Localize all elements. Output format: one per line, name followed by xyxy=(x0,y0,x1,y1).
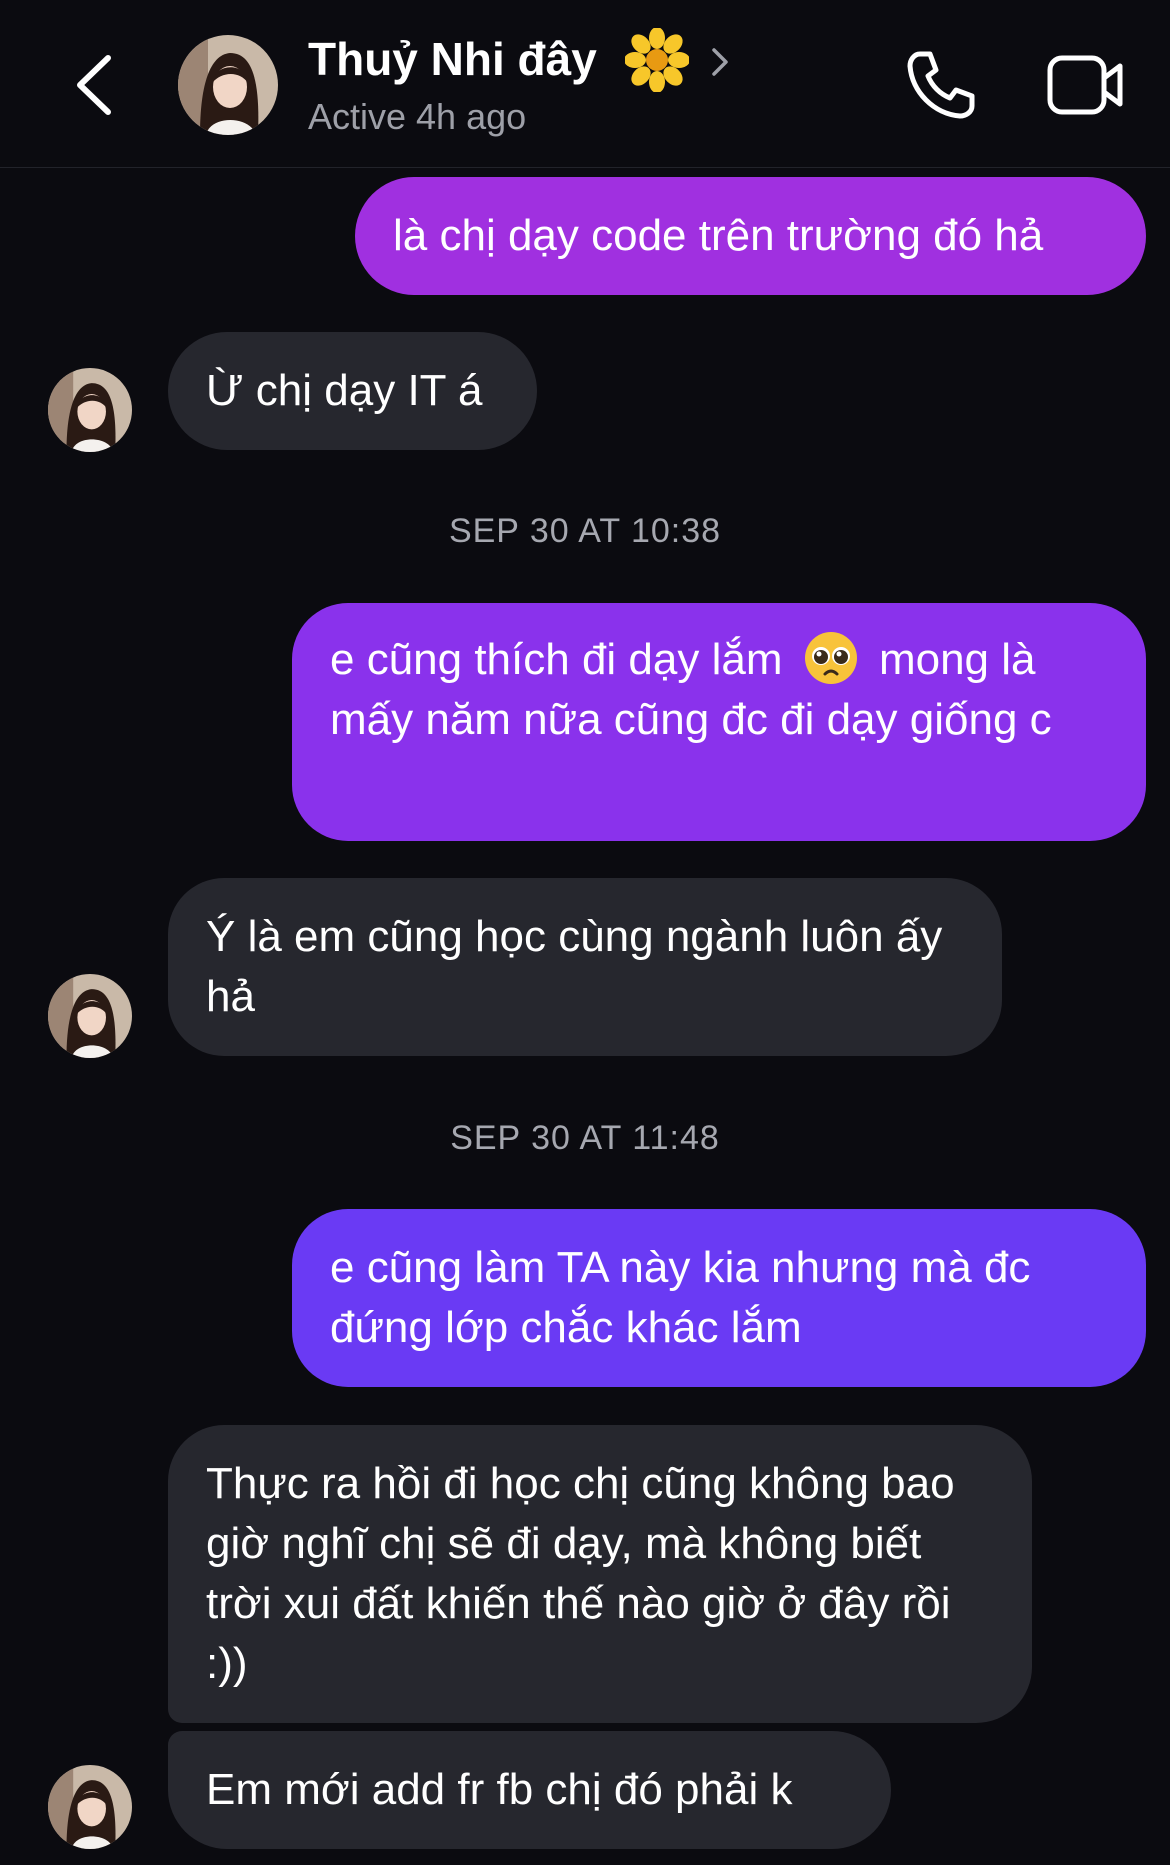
contact-avatar[interactable] xyxy=(178,35,278,135)
message-text: là chị dạy code trên trường đó hả xyxy=(393,211,1044,260)
sender-avatar[interactable] xyxy=(48,974,132,1058)
outgoing-message[interactable]: e cũng thích đi dạy lắm mong là mấy năm … xyxy=(292,603,1146,841)
avatar-photo xyxy=(48,1765,132,1849)
active-status: Active 4h ago xyxy=(308,96,527,137)
message-text: e cũng làm TA này kia nhưng mà đc đứng l… xyxy=(330,1243,1031,1352)
audio-call-button[interactable] xyxy=(904,48,978,122)
contact-name[interactable]: Thuỷ Nhi đây xyxy=(308,32,597,86)
outgoing-message[interactable]: e cũng làm TA này kia nhưng mà đc đứng l… xyxy=(292,1209,1146,1387)
sunflower-icon xyxy=(625,28,689,92)
incoming-message[interactable]: Em mới add fr fb chị đó phải k xyxy=(168,1731,891,1849)
video-camera-icon xyxy=(1047,55,1123,115)
message-text: Thực ra hồi đi học chị cũng không bao gi… xyxy=(206,1459,955,1688)
timestamp: SEP 30 AT 10:38 xyxy=(448,512,722,550)
incoming-message[interactable]: Thực ra hồi đi học chị cũng không bao gi… xyxy=(168,1425,1032,1723)
message-text: Em mới add fr fb chị đó phải k xyxy=(206,1765,793,1814)
message-text: e cũng thích đi dạy lắm mong là mấy năm … xyxy=(330,630,1108,750)
incoming-message[interactable]: Ừ chị dạy IT á xyxy=(168,332,537,450)
sender-avatar[interactable] xyxy=(48,1765,132,1849)
message-text: Ừ chị dạy IT á xyxy=(206,366,483,415)
pleading-face-emoji-icon xyxy=(804,632,857,685)
chat-header: Thuỷ Nhi đây Active 4h ago xyxy=(0,0,1170,168)
phone-icon xyxy=(907,51,975,119)
avatar-photo xyxy=(48,368,132,452)
back-button[interactable] xyxy=(70,50,120,120)
outgoing-message[interactable]: là chị dạy code trên trường đó hả xyxy=(355,177,1146,295)
chevron-right-icon[interactable] xyxy=(706,44,734,80)
video-call-button[interactable] xyxy=(1046,52,1126,118)
timestamp: SEP 30 AT 11:48 xyxy=(450,1119,720,1157)
incoming-message[interactable]: Ý là em cũng học cùng ngành luôn ấy hả xyxy=(168,878,1002,1056)
back-chevron-icon xyxy=(77,55,111,115)
message-text-part: e cũng thích đi dạy lắm xyxy=(330,635,783,684)
message-text: Ý là em cũng học cùng ngành luôn ấy hả xyxy=(206,912,943,1021)
sender-avatar[interactable] xyxy=(48,368,132,452)
avatar-photo xyxy=(178,35,278,135)
avatar-photo xyxy=(48,974,132,1058)
